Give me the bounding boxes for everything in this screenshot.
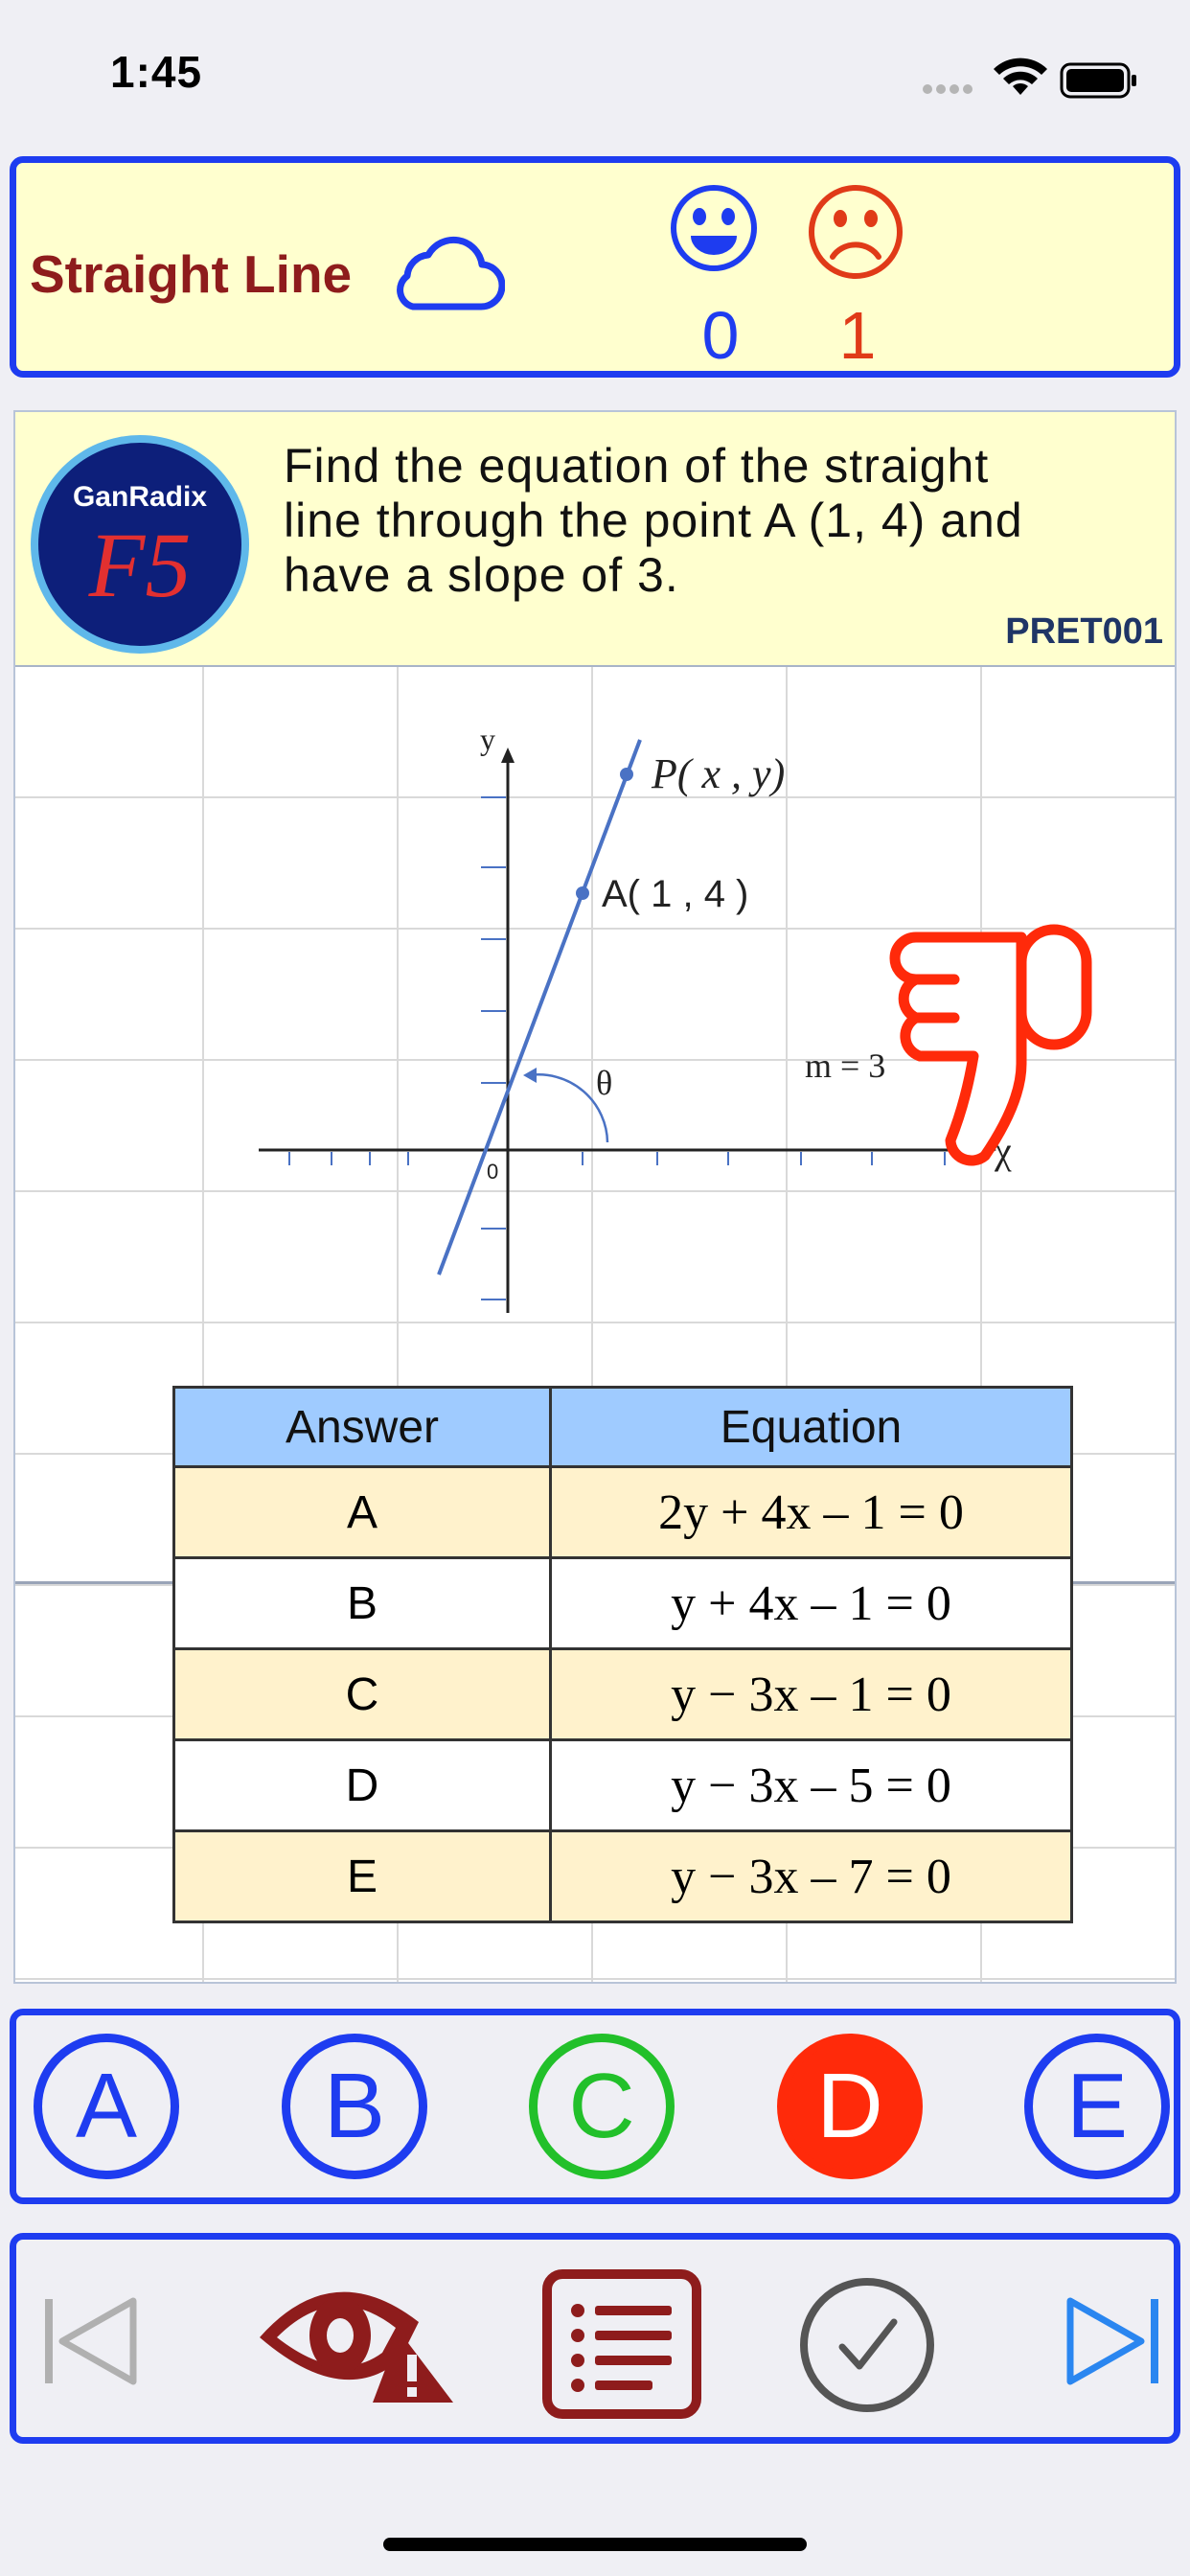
row-answer: C [172,1647,552,1741]
point-a-label: A( 1 , 4 ) [602,873,748,915]
score-wrong: 1 [838,298,877,373]
table-row: E y − 3x – 7 = 0 [172,1829,1073,1923]
logo-brand: GanRadix [73,481,207,513]
table-row: A 2y + 4x – 1 = 0 [172,1465,1073,1559]
choice-c-button[interactable]: C [529,2034,675,2179]
question-text: Find the equation of the straight line t… [284,439,1146,603]
question-line-2: line through the point A (1, 4) and [284,494,1023,547]
straight-line [437,739,642,1276]
header-answer: Answer [172,1386,552,1468]
check-icon[interactable] [796,2274,938,2416]
origin-label: 0 [487,1160,498,1184]
header-equation: Equation [549,1386,1073,1468]
row-answer: A [172,1465,552,1559]
battery-icon [1060,62,1136,99]
home-indicator[interactable] [383,2538,807,2551]
topic-title: Straight Line [30,244,353,304]
y-ticks [481,796,506,1300]
question-line-1: Find the equation of the straight [284,439,990,493]
previous-icon[interactable] [37,2293,143,2389]
x-ticks [288,1152,946,1165]
wifi-icon [994,58,1047,95]
ganradix-logo: GanRadix F5 [31,435,249,654]
bottom-toolbar [10,2233,1180,2444]
question-code: PRET001 [1005,611,1163,652]
y-axis-arrow [501,748,515,763]
choice-b-button[interactable]: B [282,2034,427,2179]
answer-choice-bar: A B C D E [10,2009,1180,2204]
topic-header: Straight Line 0 1 [10,156,1180,378]
happy-face-icon [666,180,762,276]
choice-e-button[interactable]: E [1024,2034,1170,2179]
sad-face-icon [809,185,903,279]
question-banner: GanRadix F5 Find the equation of the str… [15,412,1175,667]
table-row: C y − 3x – 1 = 0 [172,1647,1073,1741]
table-row: B y + 4x – 1 = 0 [172,1556,1073,1650]
row-answer: E [172,1829,552,1923]
list-icon[interactable] [541,2268,702,2422]
question-line-3: have a slope of 3. [284,548,679,602]
row-equation: y + 4x – 1 = 0 [549,1556,1073,1650]
row-equation: y − 3x – 7 = 0 [549,1829,1073,1923]
point-p [620,768,633,781]
thumbs-down-icon [889,924,1092,1166]
row-equation: y − 3x – 1 = 0 [549,1647,1073,1741]
score-correct: 0 [701,298,740,373]
choice-a-button[interactable]: A [34,2034,179,2179]
table-header-row: Answer Equation [172,1386,1073,1468]
choice-d-button[interactable]: D [777,2034,923,2179]
logo-mark: F5 [88,514,192,616]
cloud-icon[interactable] [384,230,505,314]
row-equation: 2y + 4x – 1 = 0 [549,1465,1073,1559]
answer-table: Answer Equation A 2y + 4x – 1 = 0 B y + … [172,1386,1073,1923]
question-card: GanRadix F5 Find the equation of the str… [13,410,1177,1984]
status-icons [923,58,1136,99]
row-answer: D [172,1738,552,1832]
next-icon[interactable] [1061,2293,1166,2389]
y-axis-label: y [480,722,495,756]
hide-hint-icon[interactable] [256,2265,457,2408]
row-equation: y − 3x – 5 = 0 [549,1738,1073,1832]
point-p-label: P( x , y) [651,750,785,797]
status-time: 1:45 [110,47,203,97]
signal-dots-icon [923,84,973,94]
point-a [576,886,589,900]
angle-label: θ [596,1064,612,1102]
angle-arc-arrow [523,1068,537,1083]
row-answer: B [172,1556,552,1650]
table-row: D y − 3x – 5 = 0 [172,1738,1073,1832]
